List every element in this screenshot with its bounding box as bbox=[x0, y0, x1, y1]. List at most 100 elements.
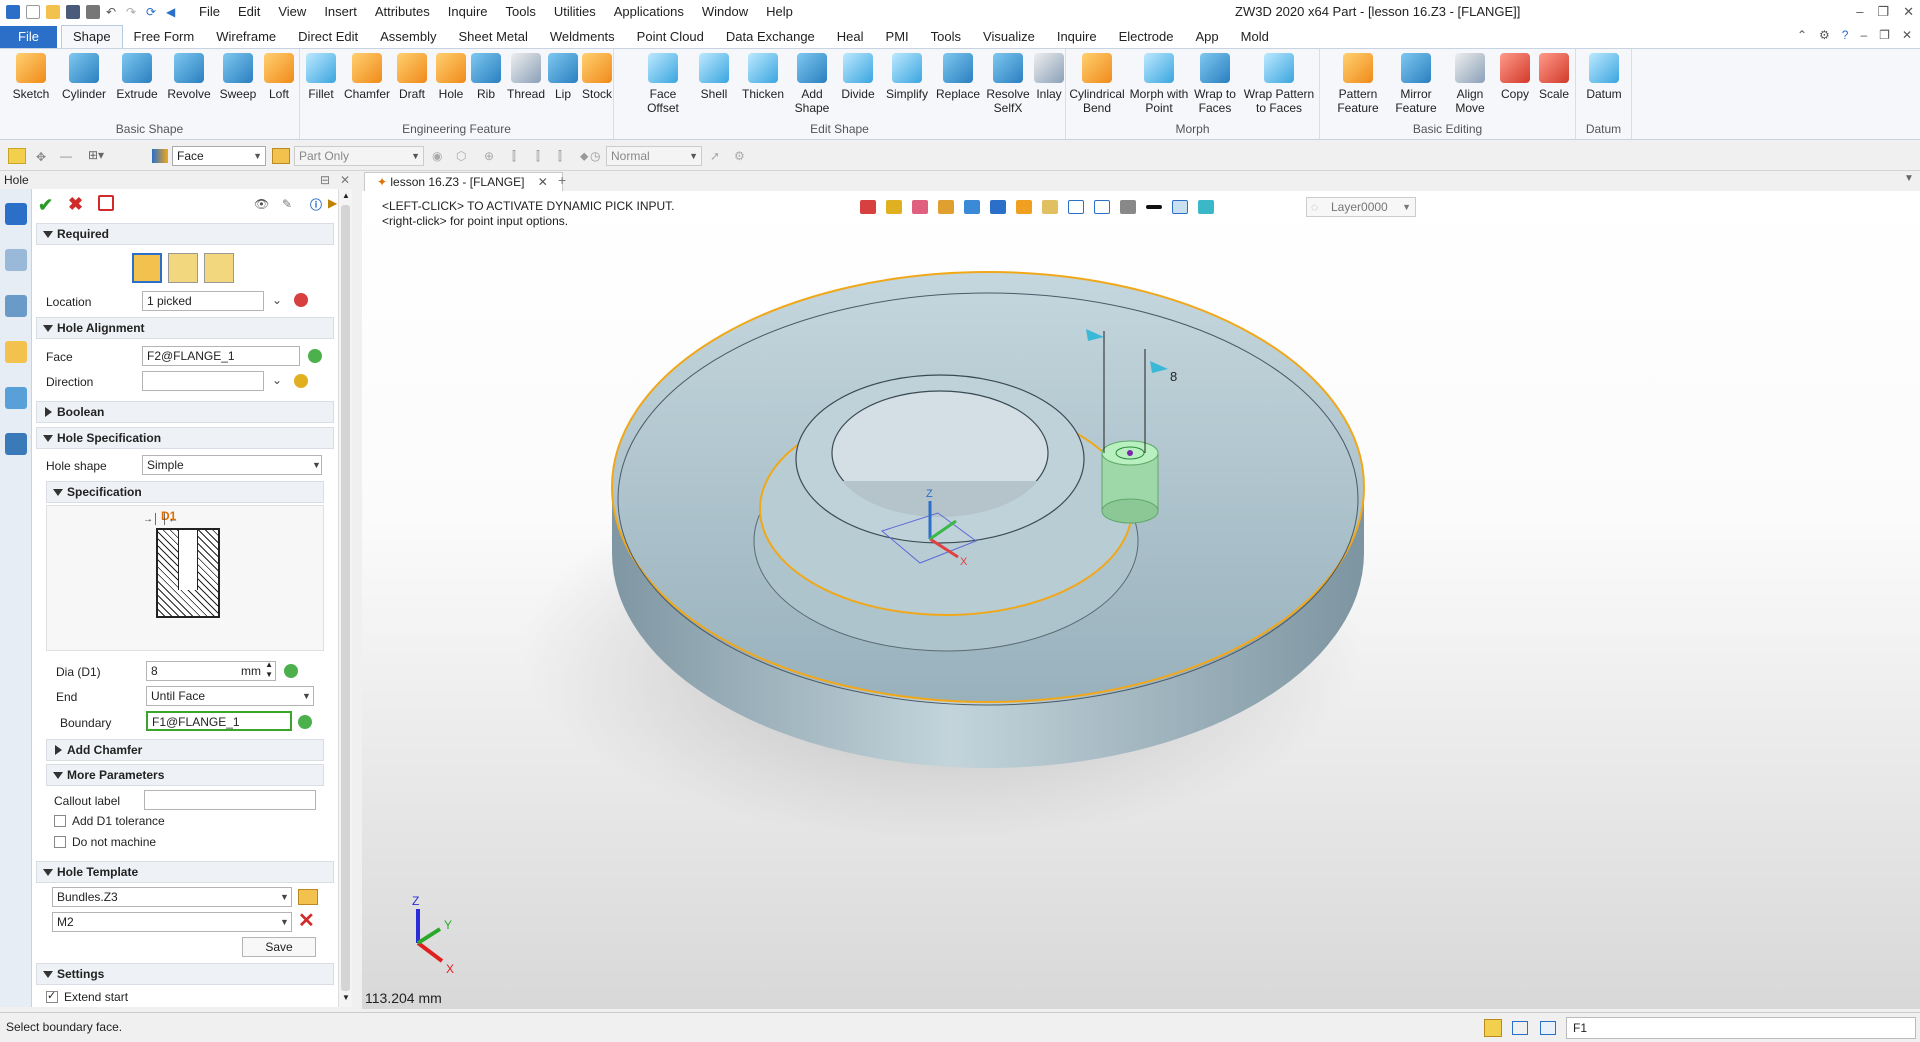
section-required[interactable]: Required bbox=[36, 223, 334, 245]
filter-combo[interactable]: Face ▼ bbox=[172, 146, 266, 166]
scale-button[interactable]: Scale bbox=[1536, 53, 1572, 101]
section-hole-template[interactable]: Hole Template bbox=[36, 861, 334, 883]
close-tab-icon[interactable]: ✕ bbox=[538, 175, 548, 189]
clock-icon[interactable]: ◷ bbox=[590, 149, 600, 163]
dropdown-arrow-icon[interactable]: ▼ bbox=[280, 917, 289, 927]
select-mode-icon[interactable] bbox=[1484, 1019, 1502, 1037]
view-orientation-triad[interactable]: Z X Y bbox=[412, 894, 454, 976]
brush-icon[interactable]: ✎ bbox=[282, 197, 292, 211]
morph-with-point-button[interactable]: Morph with Point bbox=[1128, 53, 1190, 115]
location-field[interactable]: 1 picked bbox=[142, 291, 264, 311]
template-file-select[interactable]: Bundles.Z3 bbox=[52, 887, 292, 907]
menu-item[interactable]: Attributes bbox=[366, 0, 439, 24]
section-hole-specification[interactable]: Hole Specification bbox=[36, 427, 334, 449]
thread-button[interactable]: Thread bbox=[504, 53, 548, 101]
pick-mode-icon[interactable]: ✥ bbox=[36, 150, 46, 164]
scroll-thumb[interactable] bbox=[341, 205, 350, 991]
hole-type-countersink-icon[interactable] bbox=[204, 253, 234, 283]
restore-icon[interactable]: ❐ bbox=[1877, 0, 1889, 24]
add-shape-button[interactable]: Add Shape bbox=[790, 53, 834, 115]
history-icon[interactable] bbox=[886, 200, 902, 214]
layer-select[interactable]: ◌ Layer0000 ▼ bbox=[1306, 197, 1416, 217]
expand-chevron-icon[interactable]: ⌄ bbox=[272, 293, 282, 307]
image-library-icon[interactable] bbox=[4, 387, 27, 409]
cancel-x-icon[interactable]: ✖ bbox=[68, 194, 83, 215]
new-tab-plus-icon[interactable]: + bbox=[558, 172, 566, 188]
dimension-label[interactable]: 8 bbox=[1170, 369, 1177, 384]
brush-icon[interactable] bbox=[912, 200, 928, 214]
tab-file[interactable]: File bbox=[0, 26, 57, 48]
tab-wireframe[interactable]: Wireframe bbox=[205, 26, 287, 48]
tab-weldments[interactable]: Weldments bbox=[539, 26, 626, 48]
apply-icon[interactable] bbox=[98, 195, 114, 211]
loft-button[interactable]: Loft bbox=[260, 53, 298, 101]
tab-electrode[interactable]: Electrode bbox=[1108, 26, 1185, 48]
clip-icon[interactable] bbox=[1120, 200, 1136, 214]
settings-small-icon[interactable]: ⚙ bbox=[734, 149, 745, 163]
dia-pick-icon[interactable] bbox=[284, 664, 298, 678]
revolve-button[interactable]: Revolve bbox=[164, 53, 214, 101]
tab-direct-edit[interactable]: Direct Edit bbox=[287, 26, 369, 48]
extend-start-checkbox[interactable] bbox=[46, 989, 58, 1003]
window-icon[interactable] bbox=[1540, 1021, 1556, 1035]
cube-icon[interactable] bbox=[938, 200, 954, 214]
tab-inquire[interactable]: Inquire bbox=[1046, 26, 1108, 48]
redo-icon[interactable]: ↷ bbox=[126, 5, 140, 19]
menu-item[interactable]: Edit bbox=[229, 0, 269, 24]
3d-viewport[interactable]: 8 Z X Z X Y bbox=[362, 191, 1920, 1009]
end-select[interactable]: Until Face bbox=[146, 686, 314, 706]
tab-free-form[interactable]: Free Form bbox=[123, 26, 206, 48]
menu-item[interactable]: View bbox=[269, 0, 315, 24]
open-folder-icon[interactable] bbox=[46, 5, 60, 19]
open-folder-icon[interactable] bbox=[298, 889, 318, 905]
select-arrow-icon[interactable] bbox=[8, 148, 26, 164]
tab-point-cloud[interactable]: Point Cloud bbox=[626, 26, 715, 48]
location-pick-icon[interactable] bbox=[294, 293, 308, 307]
thicken-button[interactable]: Thicken bbox=[738, 53, 788, 101]
display-icon[interactable] bbox=[1016, 200, 1032, 214]
mirror-feature-button[interactable]: Mirror Feature bbox=[1388, 53, 1444, 115]
tab-shape[interactable]: Shape bbox=[60, 25, 123, 48]
render-icon[interactable] bbox=[1042, 200, 1058, 214]
history-icon[interactable] bbox=[4, 249, 27, 271]
back-arrow-icon[interactable]: ◀ bbox=[166, 5, 180, 19]
minus-icon[interactable]: — bbox=[60, 149, 72, 163]
minimize-doc-icon[interactable]: – bbox=[1860, 24, 1867, 46]
background-icon[interactable] bbox=[1172, 200, 1188, 214]
cursor-icon[interactable]: ➚ bbox=[710, 149, 720, 163]
section-settings[interactable]: Settings bbox=[36, 963, 334, 985]
face-offset-button[interactable]: Face Offset bbox=[636, 53, 690, 115]
copy-button[interactable]: Copy bbox=[1496, 53, 1534, 101]
screen-icon[interactable] bbox=[1512, 1021, 1528, 1035]
preview-eye-icon[interactable]: 👁 bbox=[254, 197, 269, 211]
tab-list-icon[interactable]: ▼ bbox=[1904, 173, 1914, 184]
command-input[interactable]: F1 bbox=[1566, 1017, 1916, 1039]
add-d1-tolerance-checkbox[interactable] bbox=[54, 815, 66, 827]
section-specification[interactable]: Specification bbox=[46, 481, 324, 503]
help-icon[interactable]: ? bbox=[1842, 24, 1849, 46]
template-size-select[interactable]: M2 bbox=[52, 912, 292, 932]
close-panel-icon[interactable]: ✕ bbox=[340, 171, 350, 189]
tab-app[interactable]: App bbox=[1185, 26, 1230, 48]
shell-button[interactable]: Shell bbox=[692, 53, 736, 101]
save-button[interactable]: Save bbox=[242, 937, 316, 957]
dia-field[interactable]: 8 mm ▲ ▼ bbox=[146, 660, 276, 681]
ok-check-icon[interactable]: ✔ bbox=[38, 195, 53, 216]
tab-data-exchange[interactable]: Data Exchange bbox=[715, 26, 826, 48]
extrude-button[interactable]: Extrude bbox=[112, 53, 162, 101]
face-field[interactable]: F2@FLANGE_1 bbox=[142, 346, 300, 366]
section-add-chamfer[interactable]: Add Chamfer bbox=[46, 739, 324, 761]
grid-icon[interactable]: ⊕ bbox=[484, 149, 494, 163]
settings-gear-icon[interactable]: ⚙ bbox=[1819, 24, 1830, 46]
section-hole-alignment[interactable]: Hole Alignment bbox=[36, 317, 334, 339]
divide-button[interactable]: Divide bbox=[836, 53, 880, 101]
new-file-icon[interactable] bbox=[26, 5, 40, 19]
restore-doc-icon[interactable]: ❐ bbox=[1879, 24, 1890, 46]
info-icon[interactable]: ⓘ bbox=[310, 196, 322, 213]
scope-combo[interactable]: Part Only ▼ bbox=[294, 146, 424, 166]
pin-icon[interactable]: ⬥ bbox=[580, 149, 588, 164]
tab-pmi[interactable]: PMI bbox=[875, 26, 920, 48]
tab-tools[interactable]: Tools bbox=[920, 26, 972, 48]
collapse-ribbon-icon[interactable]: ⌃ bbox=[1797, 24, 1807, 46]
menu-item[interactable]: Inquire bbox=[439, 0, 497, 24]
